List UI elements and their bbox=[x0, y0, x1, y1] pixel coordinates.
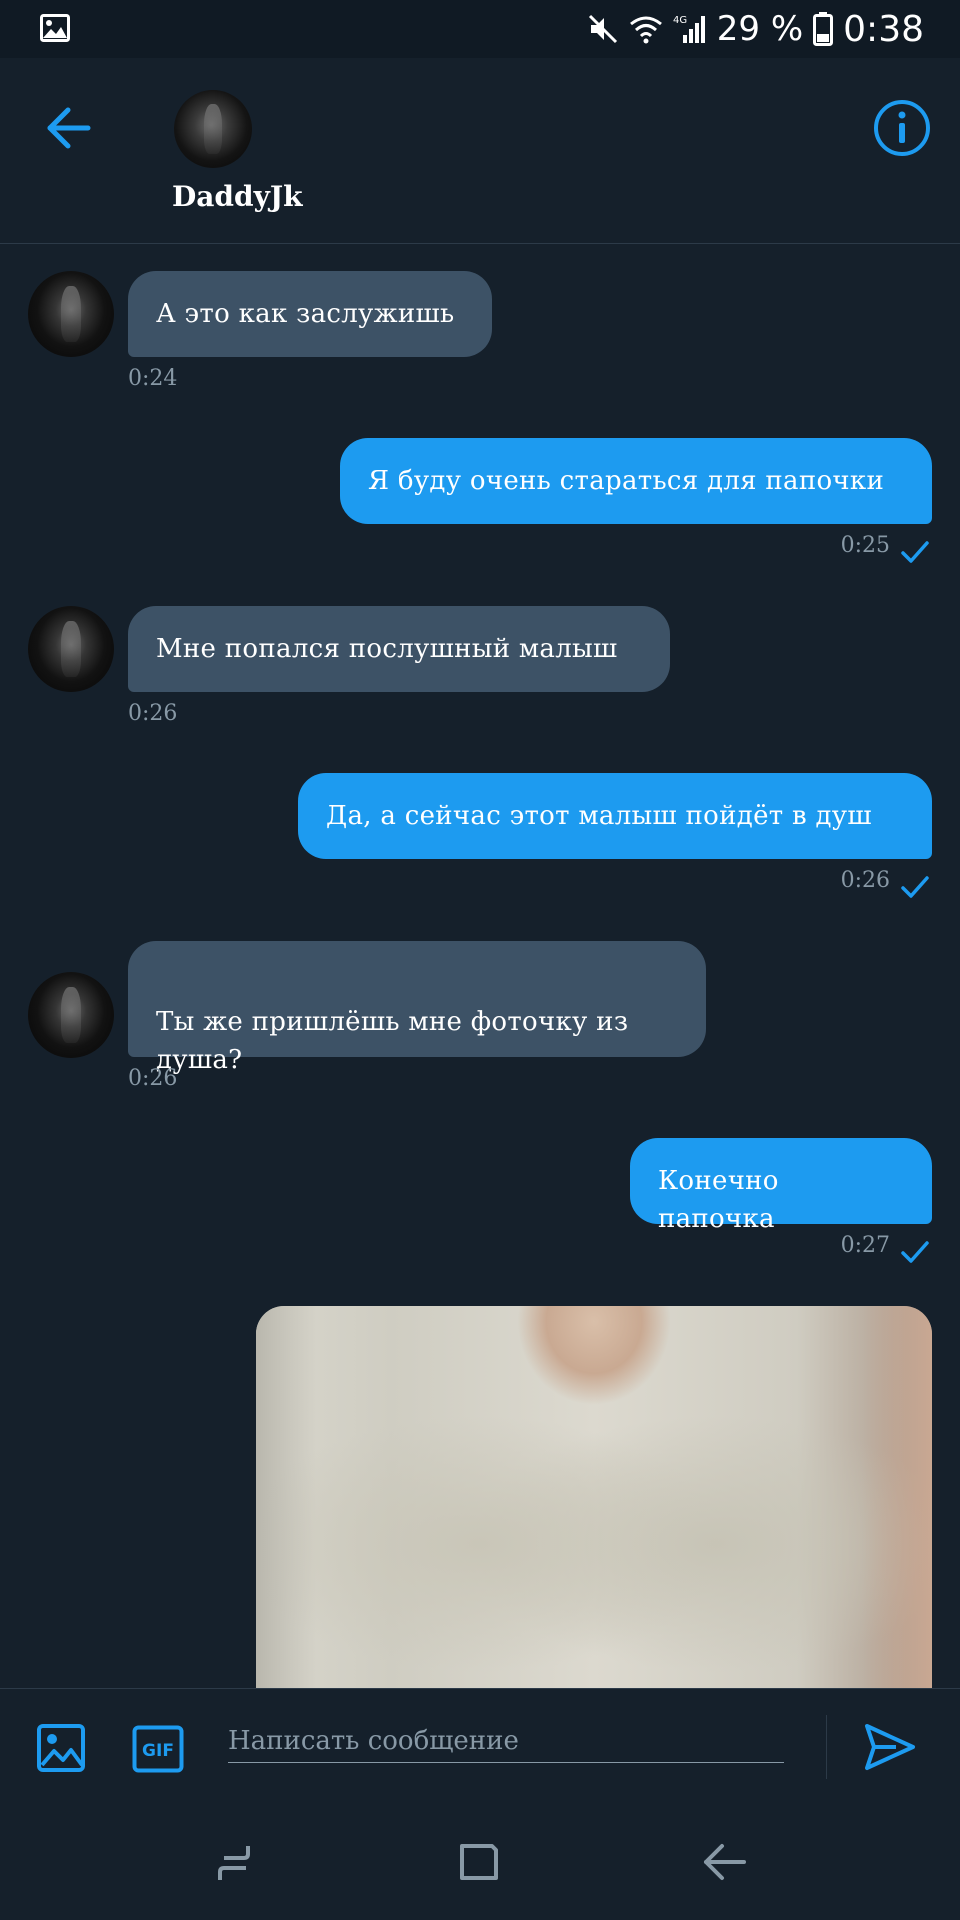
image-icon bbox=[40, 14, 70, 42]
check-icon bbox=[901, 1241, 929, 1263]
battery-percent: 29 % bbox=[716, 9, 804, 49]
avatar[interactable] bbox=[28, 606, 114, 692]
message-time: 0:25 bbox=[840, 533, 890, 558]
wifi-icon bbox=[629, 16, 662, 44]
gif-icon[interactable]: GIF bbox=[132, 1725, 184, 1773]
info-icon[interactable] bbox=[872, 98, 932, 158]
recent-apps-icon[interactable] bbox=[210, 1840, 260, 1886]
message-text: Да, а сейчас этот малыш пойдёт в душ bbox=[326, 801, 872, 831]
status-clock: 0:38 bbox=[843, 8, 924, 50]
image-icon[interactable] bbox=[36, 1723, 86, 1773]
message-time: 0:26 bbox=[840, 868, 890, 893]
message-bubble-incoming[interactable]: Ты же пришлёшь мне фоточку из душа? bbox=[128, 941, 706, 1075]
message-bubble-outgoing[interactable]: Конечно папочка bbox=[630, 1138, 932, 1234]
svg-text:4G: 4G bbox=[673, 15, 687, 26]
signal-icon: 4G bbox=[673, 15, 705, 43]
svg-text:GIF: GIF bbox=[142, 1741, 174, 1761]
status-bar: 4G 29 % 0:38 bbox=[0, 0, 960, 58]
message-text: А это как заслужишь bbox=[156, 299, 455, 329]
photo-attachment[interactable] bbox=[256, 1306, 932, 1690]
conversation-header: DaddyJk bbox=[0, 58, 960, 244]
mute-icon bbox=[588, 14, 617, 44]
message-composer: GIF bbox=[0, 1688, 960, 1802]
battery-icon bbox=[813, 12, 834, 46]
check-icon bbox=[901, 541, 929, 563]
message-text: Конечно папочка bbox=[658, 1166, 779, 1234]
back-icon[interactable] bbox=[702, 1842, 748, 1882]
message-bubble-outgoing[interactable]: Я буду очень стараться для папочки bbox=[340, 438, 932, 524]
message-text: Я буду очень стараться для папочки bbox=[368, 466, 885, 496]
message-bubble-outgoing[interactable]: Да, а сейчас этот малыш пойдёт в душ bbox=[298, 773, 932, 859]
message-time: 0:24 bbox=[128, 366, 178, 391]
message-time: 0:26 bbox=[128, 1066, 178, 1091]
composer-divider bbox=[826, 1715, 827, 1779]
contact-name[interactable]: DaddyJk bbox=[172, 180, 303, 213]
message-text: Ты же пришлёшь мне фоточку из душа? bbox=[156, 1007, 629, 1075]
message-bubble-incoming[interactable]: Мне попался послушный малыш bbox=[128, 606, 670, 692]
message-bubble-incoming[interactable]: А это как заслужишь bbox=[128, 271, 492, 357]
avatar[interactable] bbox=[28, 972, 114, 1058]
message-input[interactable] bbox=[228, 1719, 784, 1763]
back-arrow-icon[interactable] bbox=[40, 100, 96, 156]
avatar[interactable] bbox=[174, 90, 252, 168]
message-time: 0:27 bbox=[840, 1233, 890, 1258]
avatar[interactable] bbox=[28, 271, 114, 357]
check-icon bbox=[901, 876, 929, 898]
home-icon[interactable] bbox=[456, 1838, 502, 1884]
message-text: Мне попался послушный малыш bbox=[156, 634, 618, 664]
message-time: 0:26 bbox=[128, 701, 178, 726]
system-nav-bar bbox=[0, 1802, 960, 1920]
send-icon[interactable] bbox=[862, 1719, 918, 1775]
